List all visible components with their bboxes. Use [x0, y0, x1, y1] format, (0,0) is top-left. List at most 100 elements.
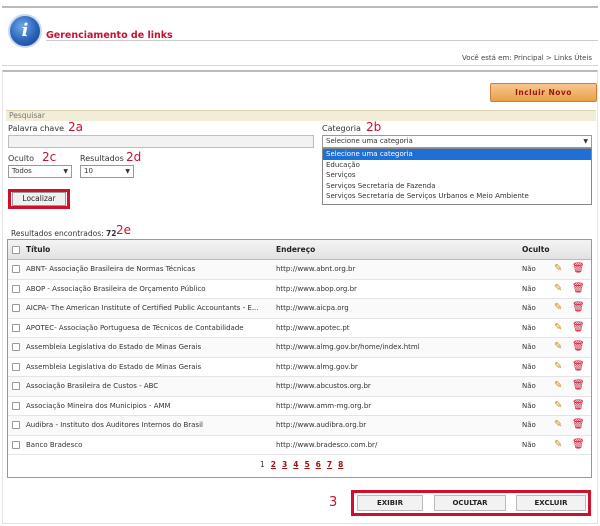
select-all-checkbox[interactable] — [12, 245, 20, 254]
excluir-button[interactable]: EXCLUIR — [516, 495, 586, 511]
results-number: 72 — [106, 229, 117, 238]
trash-icon[interactable]: 🗑 — [572, 419, 585, 431]
categoria-option[interactable]: Serviços — [323, 170, 591, 181]
row-oculto: Não — [522, 265, 536, 274]
page-link[interactable]: 6 — [316, 460, 321, 469]
row-endereco: http://www.amm-mg.org.br — [276, 401, 372, 410]
row-endereco: http://www.abop.org.br — [276, 284, 357, 293]
trash-icon[interactable]: 🗑 — [572, 439, 585, 451]
pencil-icon[interactable]: ✎ — [554, 400, 566, 412]
categoria-option[interactable]: Educação — [323, 160, 591, 171]
table-row: Audibra - Instituto dos Auditores Intern… — [8, 416, 591, 436]
categoria-dropdown: Selecione uma categoria Educação Serviço… — [322, 148, 592, 205]
trash-icon[interactable]: 🗑 — [572, 380, 585, 392]
links-table: Título Endereço Oculto ABNT- Associação … — [7, 239, 592, 478]
row-endereco: http://www.aicpa.org — [276, 304, 349, 313]
row-oculto: Não — [522, 343, 536, 352]
pencil-icon[interactable]: ✎ — [554, 322, 566, 334]
info-icon: i — [8, 14, 42, 48]
localizar-button[interactable]: Localizar — [12, 192, 66, 206]
row-oculto: Não — [522, 304, 536, 313]
page-link[interactable]: 2 — [271, 460, 276, 469]
page-link-current: 1 — [260, 460, 265, 469]
row-titulo: Banco Bradesco — [26, 440, 83, 449]
pencil-icon[interactable]: ✎ — [554, 361, 566, 373]
palavra-chave-label: Palavra chave — [8, 124, 64, 133]
row-endereco: http://www.bradesco.com.br/ — [276, 440, 378, 449]
row-oculto: Não — [522, 362, 536, 371]
row-endereco: http://www.almg.gov.br — [276, 362, 358, 371]
pencil-icon[interactable]: ✎ — [554, 263, 566, 275]
resultados-label: Resultados — [80, 154, 124, 163]
chevron-down-icon: ▼ — [63, 168, 68, 175]
annotation-2c: 2c — [42, 150, 57, 164]
page-link[interactable]: 8 — [338, 460, 343, 469]
chevron-down-icon: ▼ — [583, 138, 588, 145]
row-endereco: http://www.audibra.org.br — [276, 421, 367, 430]
categoria-option[interactable]: Serviços Secretaria de Fazenda — [323, 181, 591, 192]
row-checkbox[interactable] — [12, 343, 20, 352]
row-titulo: ABOP - Associação Brasileira de Orçament… — [26, 284, 206, 293]
pencil-icon[interactable]: ✎ — [554, 419, 566, 431]
row-checkbox[interactable] — [12, 401, 20, 410]
palavra-chave-input[interactable] — [8, 135, 314, 148]
row-titulo: Audibra - Instituto dos Auditores Intern… — [26, 421, 203, 430]
row-titulo: ABNT- Associação Brasileira de Normas Té… — [26, 265, 196, 274]
col-endereco: Endereço — [276, 245, 316, 254]
page-link[interactable]: 5 — [304, 460, 309, 469]
row-checkbox[interactable] — [12, 362, 20, 371]
results-count: Resultados encontrados: 72 — [11, 229, 116, 238]
pencil-icon[interactable]: ✎ — [554, 341, 566, 353]
page-link[interactable]: 7 — [327, 460, 332, 469]
pencil-icon[interactable]: ✎ — [554, 439, 566, 451]
row-endereco: http://www.almg.gov.br/home/index.html — [276, 343, 420, 352]
row-checkbox[interactable] — [12, 284, 20, 293]
row-checkbox[interactable] — [12, 421, 20, 430]
pagination: 1 2 3 4 5 6 7 8 — [8, 455, 591, 477]
row-oculto: Não — [522, 284, 536, 293]
row-oculto: Não — [522, 401, 536, 410]
page-link[interactable]: 4 — [293, 460, 298, 469]
pencil-icon[interactable]: ✎ — [554, 302, 566, 314]
trash-icon[interactable]: 🗑 — [572, 341, 585, 353]
row-endereco: http://www.apotec.pt — [276, 323, 350, 332]
trash-icon[interactable]: 🗑 — [572, 361, 585, 373]
row-oculto: Não — [522, 421, 536, 430]
row-checkbox[interactable] — [12, 440, 20, 449]
row-oculto: Não — [522, 382, 536, 391]
table-row: Associação Mineira dos Municipios - AMM … — [8, 396, 591, 416]
categoria-select[interactable]: Selecione uma categoria ▼ — [322, 135, 592, 148]
table-row: Banco Bradesco http://www.bradesco.com.b… — [8, 435, 591, 455]
annotation-2e: 2e — [116, 223, 132, 237]
exibir-button[interactable]: EXIBIR — [357, 495, 423, 511]
trash-icon[interactable]: 🗑 — [572, 400, 585, 412]
row-checkbox[interactable] — [12, 382, 20, 391]
row-checkbox[interactable] — [12, 323, 20, 332]
trash-icon[interactable]: 🗑 — [572, 283, 585, 295]
row-oculto: Não — [522, 440, 536, 449]
table-row: APOTEC- Associação Portuguesa de Técnico… — [8, 318, 591, 338]
ocultar-button[interactable]: OCULTAR — [434, 495, 506, 511]
pencil-icon[interactable]: ✎ — [554, 380, 566, 392]
row-oculto: Não — [522, 323, 536, 332]
categoria-option[interactable]: Serviços Secretaria de Serviços Urbanos … — [323, 191, 591, 202]
table-row: Assembleia Legislativa do Estado de Mina… — [8, 357, 591, 377]
page-link[interactable]: 3 — [282, 460, 287, 469]
resultados-select[interactable]: 10 ▼ — [80, 165, 134, 178]
chevron-down-icon: ▼ — [125, 168, 130, 175]
trash-icon[interactable]: 🗑 — [572, 302, 585, 314]
table-row: Associação Brasileira de Custos - ABC ht… — [8, 377, 591, 397]
categoria-option[interactable]: Selecione uma categoria — [323, 149, 591, 160]
trash-icon[interactable]: 🗑 — [572, 263, 585, 275]
incluir-novo-button[interactable]: Incluir Novo — [490, 83, 597, 102]
row-endereco: http://www.abnt.org.br — [276, 265, 356, 274]
pencil-icon[interactable]: ✎ — [554, 283, 566, 295]
row-checkbox[interactable] — [12, 265, 20, 274]
resultados-select-value: 10 — [84, 167, 93, 175]
row-checkbox[interactable] — [12, 304, 20, 313]
oculto-select[interactable]: Todos ▼ — [8, 165, 72, 178]
trash-icon[interactable]: 🗑 — [572, 322, 585, 334]
annotation-2a: 2a — [68, 120, 83, 134]
oculto-select-value: Todos — [12, 167, 32, 175]
row-titulo: APOTEC- Associação Portuguesa de Técnico… — [26, 323, 244, 332]
